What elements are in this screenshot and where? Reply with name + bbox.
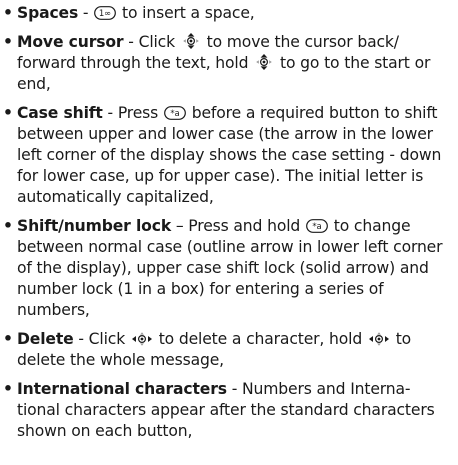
item-term: Shift/number lock: [17, 217, 172, 235]
bullet-dot: •: [3, 4, 13, 22]
key-0-icon: 1∞: [94, 6, 117, 20]
item-term: International characters: [17, 380, 227, 398]
list-item-delete: • Delete - Click to delete a character, …: [2, 329, 450, 371]
joystick-left-right-icon: [368, 332, 389, 346]
joystick-up-down-icon: [182, 33, 199, 49]
list-item-spaces: • Spaces - 1∞ to insert a space,: [2, 3, 450, 24]
joystick-left-right-icon: [131, 332, 152, 346]
item-text: to delete a character, hold: [153, 330, 367, 348]
list-item-move-cursor: • Move cursor - Click to move the cursor…: [2, 32, 450, 95]
item-sep: -: [78, 4, 94, 22]
item-sep: - Click: [73, 330, 130, 348]
list-item-international-characters: • International characters - Numbers and…: [2, 379, 450, 442]
list-item-case-shift: • Case shift - Press *a before a require…: [2, 103, 450, 208]
item-term: Case shift: [17, 104, 103, 122]
bullet-dot: •: [3, 217, 13, 235]
item-sep: - Click: [123, 33, 180, 51]
item-term: Delete: [17, 330, 74, 348]
joystick-up-down-icon: [256, 54, 272, 70]
item-sep: – Press and hold: [171, 217, 305, 235]
key-star-icon: *a: [306, 219, 328, 233]
bullet-dot: •: [3, 380, 13, 398]
bullet-dot: •: [3, 330, 13, 348]
key-star-icon: *a: [164, 106, 186, 120]
item-text: to insert a space,: [117, 4, 255, 22]
bullet-dot: •: [3, 104, 13, 122]
bullet-list: • Spaces - 1∞ to insert a space, • Move …: [2, 3, 450, 442]
svg-text:*a: *a: [170, 109, 179, 119]
manual-page: • Spaces - 1∞ to insert a space, • Move …: [0, 0, 458, 465]
list-item-shift-number-lock: • Shift/number lock – Press and hold *a …: [2, 216, 450, 321]
item-sep: - Press: [102, 104, 163, 122]
item-term: Move cursor: [17, 33, 124, 51]
bullet-dot: •: [3, 33, 13, 51]
svg-text:1∞: 1∞: [99, 9, 111, 19]
svg-text:*a: *a: [312, 222, 321, 232]
item-term: Spaces: [17, 4, 79, 22]
